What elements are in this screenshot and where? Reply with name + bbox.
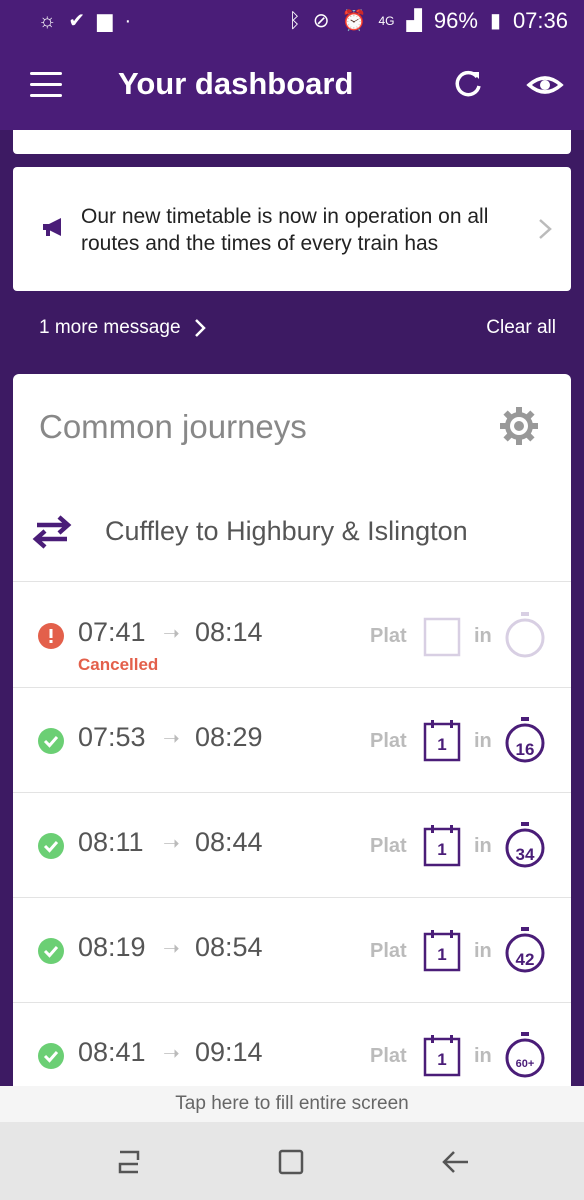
arrival-time: 08:54 [195, 932, 263, 962]
in-label: in [474, 835, 492, 857]
train-row[interactable]: 07:41 ➝ 08:14 Cancelled Plat in [13, 583, 571, 688]
platform-label: Plat [370, 730, 407, 752]
eye-icon[interactable] [526, 70, 564, 100]
chevron-right-icon[interactable] [537, 217, 553, 241]
status-bar: ☼ ✔ ▆ · ᛒ ⊘ ⏰ 4G ▟ 96% ▮ 07:36 [0, 0, 584, 42]
route-name: Cuffley to Highbury & Islington [105, 516, 468, 546]
minutes-until: 16 [515, 740, 535, 759]
clear-all-button[interactable]: Clear all [486, 317, 556, 339]
more-messages-label: 1 more message [39, 317, 181, 338]
fill-screen-button[interactable]: Tap here to fill entire screen [0, 1086, 584, 1122]
stopwatch-icon [505, 612, 545, 658]
departure-time: 08:19 [78, 932, 146, 962]
alarm-icon: ⏰ [341, 10, 367, 32]
train-row[interactable]: 08:11 ➝ 08:44 Plat 1 in 34 [13, 793, 571, 898]
stopwatch-icon [505, 1032, 545, 1078]
arrow-right-icon: ➝ [163, 938, 180, 960]
cancelled-label: Cancelled [78, 655, 159, 674]
common-journeys-card: Common journeys Cuffley to Highbury & Is… [13, 374, 571, 1114]
minutes-until: 34 [515, 845, 535, 864]
navigation-bar [0, 1122, 584, 1200]
platform-number: 1 [437, 945, 447, 964]
train-row[interactable]: 08:19 ➝ 08:54 Plat 1 in 42 [13, 898, 571, 1003]
train-row[interactable]: 07:53 ➝ 08:29 Plat 1 in 16 [13, 688, 571, 793]
alert-icon [38, 623, 64, 649]
platform-number: 1 [437, 840, 447, 859]
arrow-right-icon: ➝ [163, 1043, 180, 1065]
departure-time: 07:41 [78, 617, 146, 647]
home-icon[interactable] [277, 1148, 305, 1176]
arrival-time: 08:29 [195, 722, 263, 752]
section-title: Common journeys [39, 408, 307, 445]
message-text: Our new timetable is now in operation on… [81, 205, 489, 255]
dot-icon: · [124, 10, 132, 32]
arrival-time: 08:14 [195, 617, 263, 647]
minutes-until: 60+ [515, 1058, 535, 1070]
platform-label: Plat [370, 940, 407, 962]
recent-apps-icon[interactable] [114, 1148, 144, 1176]
minutes-until: 42 [515, 950, 535, 969]
arrow-right-icon: ➝ [163, 833, 180, 855]
previous-card [13, 130, 571, 154]
platform-number: 1 [437, 735, 447, 754]
arrival-time: 09:14 [195, 1037, 263, 1067]
battery-level: 96% [433, 8, 478, 33]
refresh-icon[interactable] [450, 66, 486, 102]
check-icon [38, 938, 64, 964]
platform-label: Plat [370, 1045, 407, 1067]
route-row[interactable]: Cuffley to Highbury & Islington [13, 484, 571, 582]
app-bar: Your dashboard [0, 42, 584, 130]
dashboard-content: Our new timetable is now in operation on… [0, 130, 584, 1114]
chat-icon: ▆ [97, 10, 113, 32]
arrow-right-icon: ➝ [163, 728, 180, 750]
check-icon [38, 728, 64, 754]
more-messages-link[interactable]: 1 more message [39, 317, 207, 339]
page-title: Your dashboard [118, 66, 354, 101]
battery-icon: ▮ [489, 10, 501, 32]
departure-time: 07:53 [78, 722, 146, 752]
clock: 07:36 [512, 8, 568, 33]
back-icon[interactable] [440, 1148, 470, 1176]
platform-label: Plat [370, 625, 407, 647]
arrival-time: 08:44 [195, 827, 263, 857]
weather-icon: ☼ [38, 10, 57, 32]
platform-number: 1 [437, 1050, 447, 1069]
bluetooth-icon: ᛒ [288, 10, 301, 32]
task-icon: ✔ [68, 10, 86, 32]
in-label: in [474, 940, 492, 962]
megaphone-icon [43, 218, 61, 236]
in-label: in [474, 625, 492, 647]
arrow-right-icon: ➝ [163, 623, 180, 645]
departure-time: 08:11 [78, 827, 144, 857]
mute-icon: ⊘ [312, 10, 330, 32]
in-label: in [474, 730, 492, 752]
platform-label: Plat [370, 835, 407, 857]
chevron-right-icon [194, 319, 206, 337]
swap-icon [32, 515, 72, 549]
check-icon [38, 833, 64, 859]
network-label: 4G [378, 14, 395, 28]
signal-icon: ▟ [406, 10, 422, 32]
message-card[interactable]: Our new timetable is now in operation on… [13, 167, 571, 291]
menu-icon[interactable] [30, 72, 62, 98]
gear-icon[interactable] [499, 406, 539, 446]
calendar-icon [423, 617, 461, 657]
check-icon [38, 1043, 64, 1069]
in-label: in [474, 1045, 492, 1067]
departure-time: 08:41 [78, 1037, 146, 1067]
